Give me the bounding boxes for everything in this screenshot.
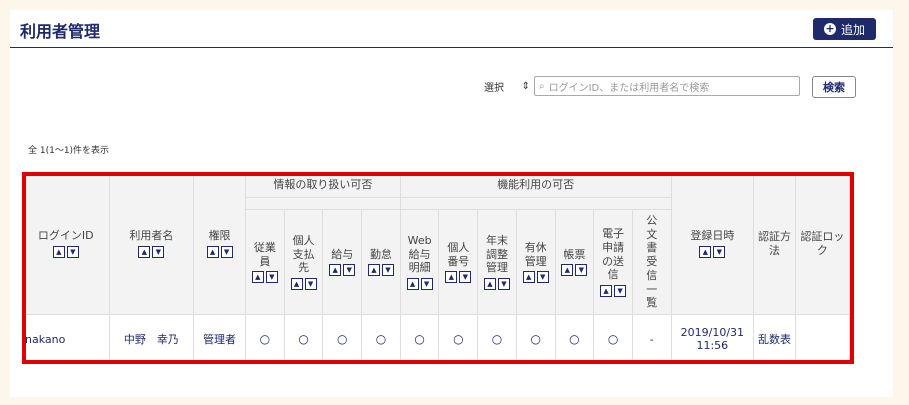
header-user-name: 利用者名 ▲ ▼	[108, 176, 195, 315]
search-placeholder: ログインID、または利用者名で検索	[548, 82, 710, 94]
header-group-function: 機能利用の可否	[399, 176, 672, 198]
auth-method-link[interactable]: 乱数表	[758, 333, 791, 346]
header-registered: 登録日時 ▲ ▼	[670, 176, 755, 315]
sort-down-icon[interactable]: ▼	[220, 245, 233, 258]
sort-up-icon[interactable]: ▲	[251, 271, 264, 284]
sort-up-icon[interactable]: ▲	[138, 245, 151, 258]
cell-auth-lock	[794, 314, 850, 360]
header-personal-payment: 個人支払先 ▲ ▼	[283, 209, 324, 315]
sort-up-icon[interactable]: ▲	[600, 285, 613, 297]
authority-link[interactable]: 管理者	[203, 333, 236, 346]
header-paid-leave: 有休管理 ▲ ▼	[515, 209, 556, 315]
header-auth-method: 認証方法	[753, 176, 796, 315]
header-attendance-label: 勤怠	[369, 247, 392, 261]
search-type-value: 選択	[484, 82, 504, 94]
registered-datetime: 2019/10/31 11:56	[680, 326, 745, 352]
header-authority: 権限 ▲ ▼	[193, 176, 247, 315]
cell-attendance: ○	[361, 314, 401, 360]
header-paid-leave-label: 有休管理	[524, 240, 547, 268]
sort-down-icon[interactable]: ▼	[536, 271, 549, 284]
sort-down-icon[interactable]: ▼	[304, 278, 317, 291]
sort-down-icon[interactable]: ▼	[459, 271, 472, 284]
header-group-info: 情報の取り扱い可否	[245, 176, 401, 198]
sort-up-icon[interactable]: ▲	[522, 271, 535, 284]
sort-up-icon[interactable]: ▲	[206, 245, 219, 258]
cell-personal-payment: ○	[283, 314, 324, 360]
sort-down-icon[interactable]: ▼	[498, 278, 510, 291]
header-salary-label: 給与	[331, 247, 354, 261]
cell-employee: ○	[245, 314, 285, 360]
title-divider	[10, 47, 893, 48]
header-employee-label: 従業員	[253, 240, 276, 268]
sort-down-icon[interactable]: ▼	[66, 245, 79, 258]
header-login-id: ログインID ▲ ▼	[26, 176, 110, 315]
cell-web-payslip: ○	[399, 314, 440, 360]
cell-personal-number: ○	[438, 314, 479, 360]
sort-up-icon[interactable]: ▲	[290, 278, 303, 291]
search-input[interactable]: ⌕ ログインID、または利用者名で検索	[534, 76, 800, 96]
sort-down-icon[interactable]: ▼	[152, 245, 165, 258]
sort-down-icon[interactable]: ▼	[420, 278, 433, 291]
user-table: ログインID ▲ ▼ 利用者名 ▲ ▼ 権限 ▲ ▼ 情報の取り扱い可否 機能利用の可…	[26, 176, 850, 360]
cell-forms: ○	[554, 314, 595, 360]
sort-down-icon[interactable]: ▼	[575, 264, 588, 277]
sort-up-icon[interactable]: ▲	[484, 278, 496, 291]
search-button[interactable]: 検索	[812, 76, 856, 98]
header-e-application: 電子申請の送信 ▲ ▼	[593, 209, 633, 315]
select-arrows-icon: ⇕	[521, 80, 530, 92]
sort-up-icon[interactable]: ▲	[52, 245, 65, 258]
cell-official-doc: -	[631, 314, 672, 360]
header-auth-lock: 認証ロック	[794, 176, 850, 315]
table-row: nakano 中野 幸乃 管理者 ○ ○ ○ ○ ○ ○ ○ ○ ○ ○ - 2…	[26, 314, 850, 360]
header-attendance: 勤怠 ▲ ▼	[361, 209, 401, 315]
header-web-payslip: Web給与明細 ▲ ▼	[399, 209, 440, 315]
header-employee: 従業員 ▲ ▼	[245, 209, 285, 315]
search-type-select[interactable]: 選択 ⇕	[480, 76, 534, 96]
sort-up-icon[interactable]: ▲	[445, 271, 458, 284]
plus-circle-icon: +	[823, 22, 836, 35]
header-authority-label: 権限	[208, 229, 231, 243]
highlight-box: ログインID ▲ ▼ 利用者名 ▲ ▼ 権限 ▲ ▼ 情報の取り扱い可否 機能利用の可…	[22, 172, 854, 364]
sort-down-icon[interactable]: ▼	[265, 271, 278, 284]
header-user-name-label: 利用者名	[129, 229, 174, 243]
sort-up-icon[interactable]: ▲	[367, 264, 380, 277]
search-icon: ⌕	[539, 80, 545, 92]
sort-up-icon[interactable]: ▲	[406, 278, 419, 291]
header-registered-label: 登録日時	[690, 229, 735, 243]
login-id-link[interactable]: nakano	[26, 333, 65, 346]
cell-year-end: ○	[477, 314, 517, 360]
search-bar: 選択 ⇕ ⌕ ログインID、または利用者名で検索 検索	[10, 76, 893, 98]
sort-down-icon[interactable]: ▼	[343, 264, 356, 277]
header-forms: 帳票 ▲ ▼	[554, 209, 595, 315]
header-salary: 給与 ▲ ▼	[322, 209, 363, 315]
header-official-doc: 公文書受信一覧	[631, 209, 672, 315]
sort-up-icon[interactable]: ▲	[699, 245, 712, 258]
sort-down-icon[interactable]: ▼	[713, 245, 726, 258]
header-personal-number-label: 個人番号	[447, 240, 470, 268]
header-official-doc-label: 公文書受信一覧	[646, 213, 658, 310]
header-year-end-label: 年末調整管理	[486, 233, 508, 275]
sort-down-icon[interactable]: ▼	[381, 264, 394, 277]
header-e-application-label: 電子申請の送信	[602, 227, 625, 282]
cell-paid-leave: ○	[515, 314, 556, 360]
result-count: 全 1(1〜1)件を表示	[28, 146, 110, 156]
header-personal-payment-label: 個人支払先	[292, 233, 315, 275]
add-button[interactable]: + 追加	[813, 18, 876, 40]
sort-up-icon[interactable]: ▲	[561, 264, 574, 277]
user-name-link[interactable]: 中野 幸乃	[124, 333, 179, 346]
sort-down-icon[interactable]: ▼	[614, 285, 627, 297]
header-forms-label: 帳票	[563, 247, 586, 261]
header-year-end: 年末調整管理 ▲ ▼	[477, 209, 517, 315]
header-web-payslip-label: Web給与明細	[407, 233, 432, 275]
page-title: 利用者管理	[20, 22, 101, 41]
sort-up-icon[interactable]: ▲	[329, 264, 342, 277]
header-login-id-label: ログインID	[37, 229, 94, 243]
cell-salary: ○	[322, 314, 363, 360]
header-personal-number: 個人番号 ▲ ▼	[438, 209, 479, 315]
cell-e-application: ○	[593, 314, 633, 360]
add-button-label: 追加	[840, 22, 865, 37]
